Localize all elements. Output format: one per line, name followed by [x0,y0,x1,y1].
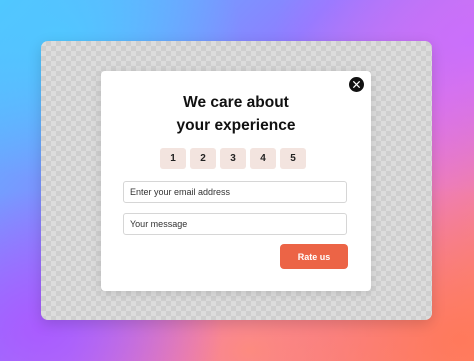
rating-scale: 1 2 3 4 5 [160,148,306,169]
rating-button-5[interactable]: 5 [280,148,306,169]
dialog-title-line2: your experience [176,117,296,134]
message-field[interactable] [123,213,347,235]
dialog-title-line1: We care about [183,94,289,111]
dialog-title: We care about your experience [101,91,371,137]
rating-button-1[interactable]: 1 [160,148,186,169]
close-button[interactable] [349,77,364,92]
desktop-background: We care about your experience 1 2 3 4 5 … [0,0,474,361]
rating-button-2[interactable]: 2 [190,148,216,169]
rating-button-4[interactable]: 4 [250,148,276,169]
rate-us-button[interactable]: Rate us [280,244,348,269]
close-icon [353,81,360,88]
rating-button-3[interactable]: 3 [220,148,246,169]
email-field[interactable] [123,181,347,203]
feedback-dialog: We care about your experience 1 2 3 4 5 … [101,71,371,291]
